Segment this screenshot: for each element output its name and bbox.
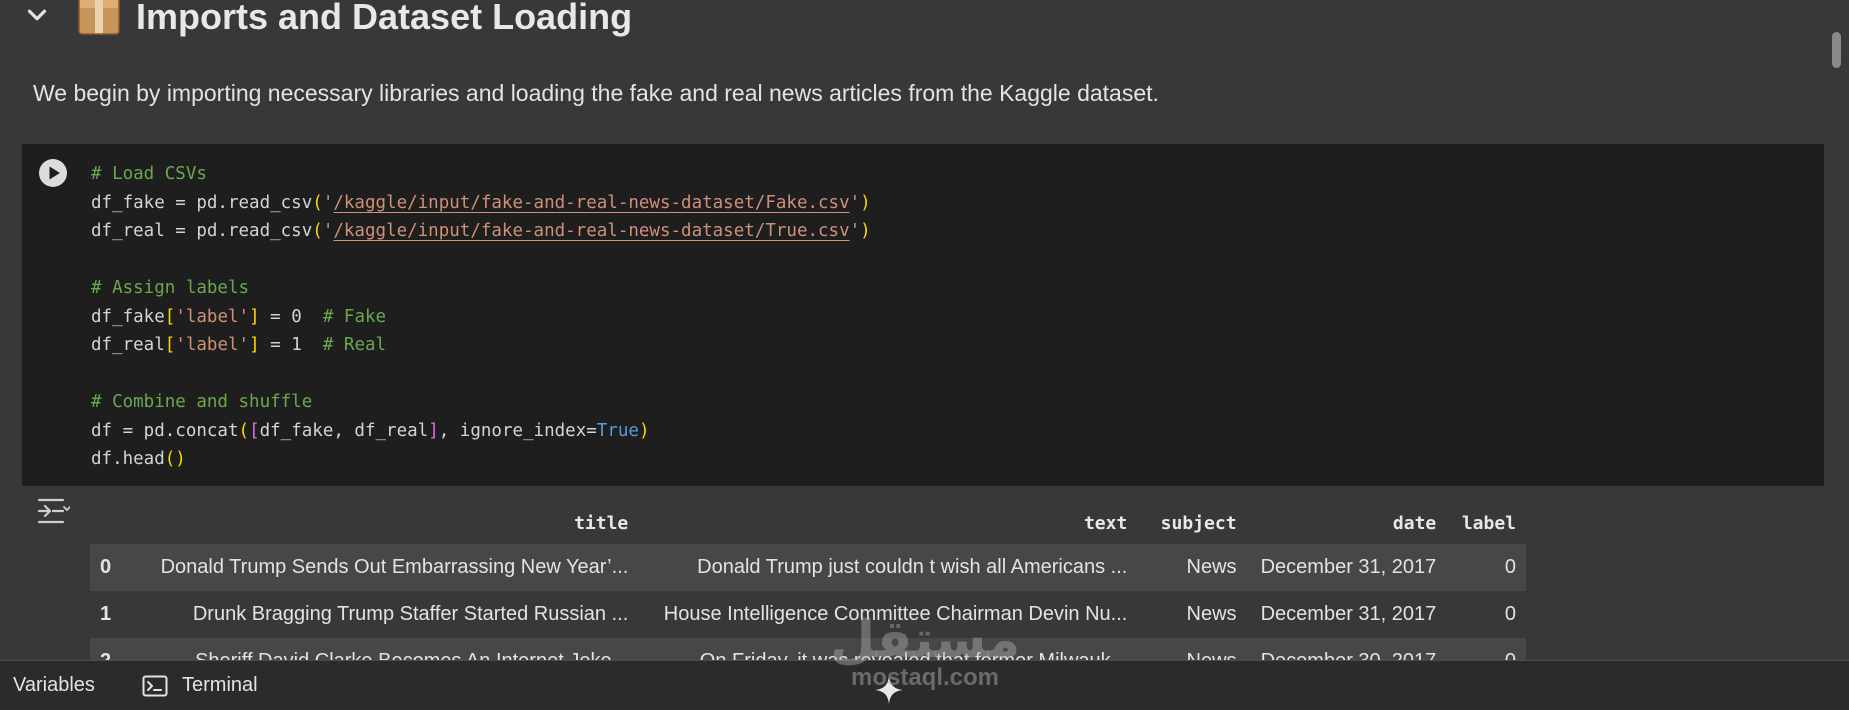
code-line: df_real['label'] = 1 # Real	[91, 335, 387, 355]
section-header: Imports and Dataset Loading	[0, 0, 1800, 42]
code-line: # Combine and shuffle	[91, 392, 313, 412]
code-line: df_fake['label'] = 0 # Fake	[91, 306, 387, 327]
code-line: # Load CSVs	[91, 164, 207, 184]
table-row: 0 Donald Trump Sends Out Embarrassing Ne…	[90, 544, 1526, 591]
table-header-row: title text subject date label	[90, 502, 1526, 544]
cell-date: December 31, 2017	[1246, 591, 1447, 638]
chevron-down-icon[interactable]	[22, 0, 52, 30]
dataframe-output: title text subject date label 0 Donald T…	[90, 502, 1526, 685]
code-line: df = pd.concat([df_fake, df_real], ignor…	[91, 420, 650, 441]
cell-label: 0	[1446, 591, 1526, 638]
cell-title: Donald Trump Sends Out Embarrassing New …	[138, 544, 639, 591]
cell-date: December 31, 2017	[1246, 544, 1447, 591]
cell-text: House Intelligence Committee Chairman De…	[638, 591, 1138, 638]
terminal-label: Terminal	[182, 674, 258, 696]
scrollbar-thumb[interactable]	[1832, 32, 1841, 68]
cell-title: Drunk Bragging Trump Staffer Started Rus…	[138, 591, 639, 638]
package-box-icon	[78, 0, 120, 35]
output-options-icon[interactable]	[36, 496, 70, 526]
code-cell[interactable]: # Load CSVs df_fake = pd.read_csv('/kagg…	[22, 144, 1824, 486]
dataframe-table: title text subject date label 0 Donald T…	[90, 502, 1526, 685]
column-header-date: date	[1392, 512, 1437, 534]
cell-index: 1	[90, 591, 139, 638]
play-circle-icon[interactable]	[37, 157, 69, 189]
cell-subject: News	[1137, 591, 1247, 638]
bottom-status-bar: Variables Terminal	[0, 660, 1849, 710]
column-header-title: title	[574, 512, 629, 534]
column-header-label: label	[1461, 512, 1516, 534]
cell-index: 0	[90, 544, 139, 591]
code-line: df_real = pd.read_csv('/kaggle/input/fak…	[91, 221, 871, 241]
table-row: 1 Drunk Bragging Trump Staffer Started R…	[90, 591, 1526, 638]
column-header-text: text	[1083, 512, 1128, 534]
terminal-icon	[142, 675, 168, 697]
column-header-index	[90, 502, 139, 544]
intro-text: We begin by importing necessary librarie…	[33, 80, 1159, 106]
variables-button[interactable]: Variables	[13, 674, 95, 697]
section-title: Imports and Dataset Loading	[136, 0, 633, 37]
code-line: df.head()	[91, 449, 186, 469]
code-line: # Assign labels	[91, 278, 250, 298]
cell-text: Donald Trump just couldn t wish all Amer…	[638, 544, 1138, 591]
column-header-subject: subject	[1160, 512, 1237, 534]
code-editor[interactable]: # Load CSVs df_fake = pd.read_csv('/kagg…	[91, 160, 871, 474]
sparkle-icon[interactable]	[874, 675, 904, 705]
cell-subject: News	[1137, 544, 1247, 591]
code-line: df_fake = pd.read_csv('/kaggle/input/fak…	[91, 192, 871, 213]
cell-label: 0	[1446, 544, 1526, 591]
